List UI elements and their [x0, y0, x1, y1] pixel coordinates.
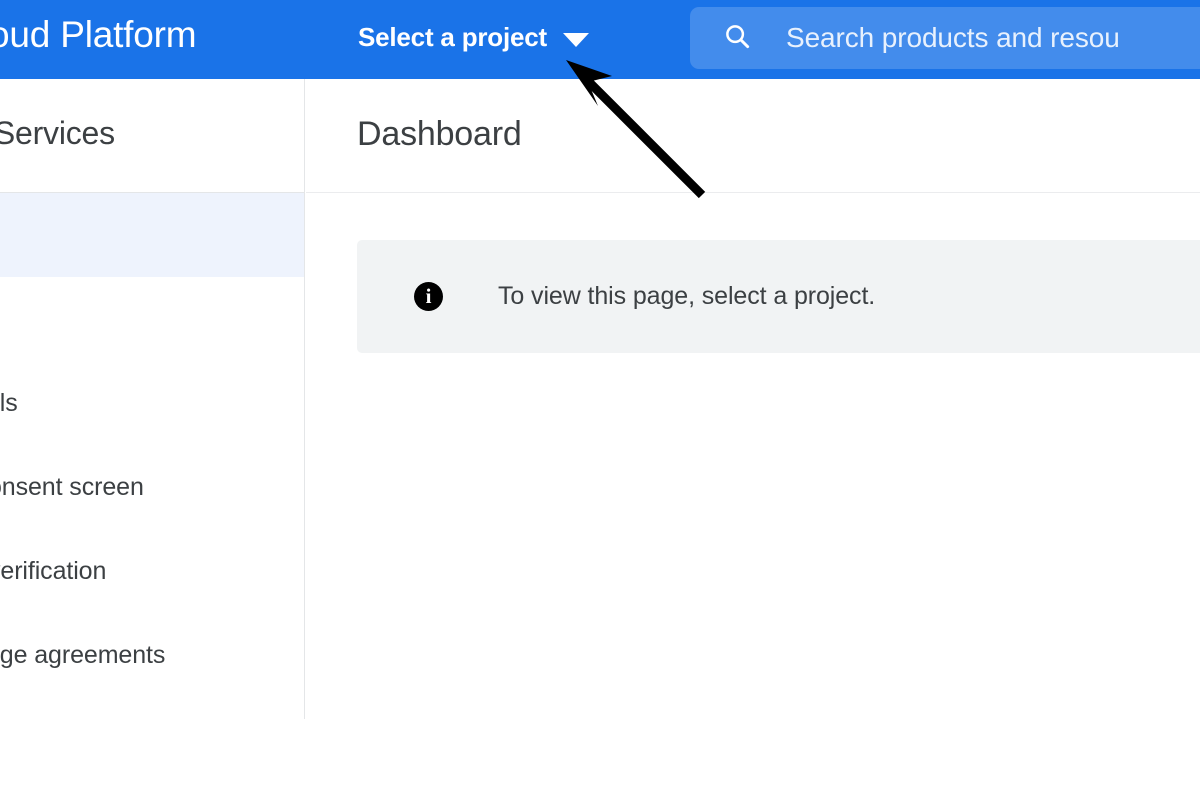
sidebar: & Services ard als onsent screen verific…: [0, 79, 305, 719]
sidebar-item-page-usage-agreements[interactable]: age agreements: [0, 613, 304, 697]
project-picker-button[interactable]: Select a project: [358, 22, 589, 53]
search-input[interactable]: Search products and resou: [690, 7, 1200, 69]
gcp-brand-title[interactable]: e Cloud Platform: [0, 14, 196, 56]
sidebar-item-credentials[interactable]: als: [0, 361, 304, 445]
chevron-down-icon: [563, 33, 589, 47]
app-root: e Cloud Platform Select a project Search…: [0, 0, 1200, 800]
search-placeholder-text: Search products and resou: [786, 22, 1120, 54]
top-header-bar: e Cloud Platform Select a project Search…: [0, 0, 1200, 79]
content-header-divider: [306, 192, 1200, 193]
sidebar-title: & Services: [0, 115, 115, 152]
search-icon: [722, 21, 752, 56]
sidebar-item-oauth-consent-screen[interactable]: onsent screen: [0, 445, 304, 529]
sidebar-item-dashboard[interactable]: ard: [0, 193, 304, 277]
sidebar-item-label: als: [0, 389, 18, 418]
page-title: Dashboard: [357, 115, 522, 154]
sidebar-item-label: age agreements: [0, 641, 165, 670]
sidebar-item-library[interactable]: [0, 277, 304, 361]
banner-message: To view this page, select a project.: [498, 282, 875, 311]
main-content: Dashboard i To view this page, select a …: [306, 79, 1200, 800]
sidebar-item-domain-verification[interactable]: verification: [0, 529, 304, 613]
sidebar-item-label: onsent screen: [0, 473, 144, 502]
project-picker-label: Select a project: [358, 22, 547, 53]
sidebar-nav-list: ard als onsent screen verification age a…: [0, 193, 304, 697]
select-project-banner: i To view this page, select a project.: [357, 240, 1200, 353]
info-icon: i: [414, 282, 443, 311]
sidebar-item-label: verification: [0, 557, 106, 586]
